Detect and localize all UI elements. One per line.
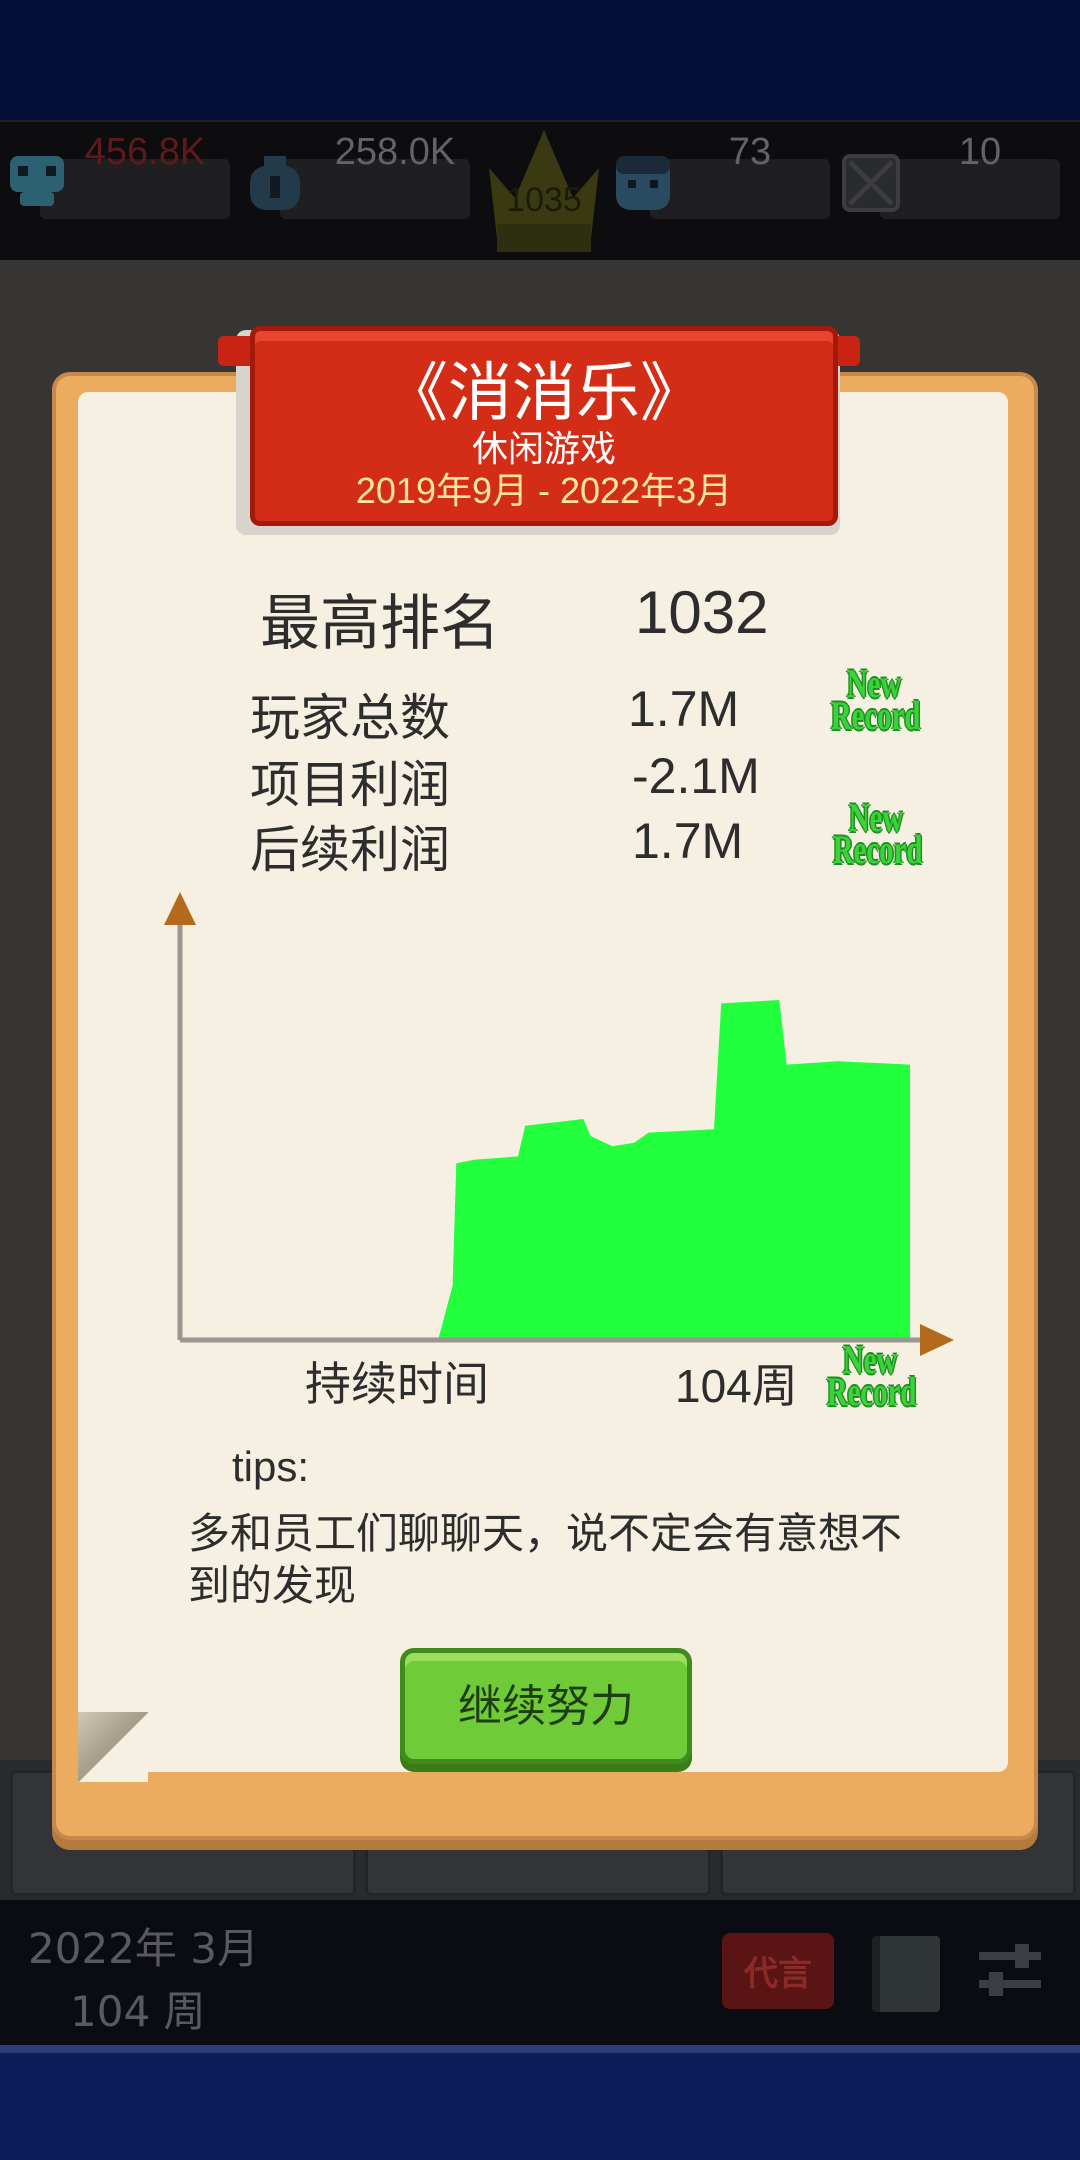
stats-bar: 456.8K 258.0K 1035 73 10 xyxy=(0,120,1080,266)
settings-sliders-icon[interactable] xyxy=(975,1940,1045,2010)
continue-button[interactable] xyxy=(400,1648,692,1764)
sales-chart xyxy=(164,892,954,1356)
project-profit-value: -2.1M xyxy=(632,748,760,804)
total-players-value: 1.7M xyxy=(628,681,740,737)
chart-y-arrow xyxy=(164,892,196,925)
new-record-badge: New Record xyxy=(830,661,921,738)
chart-area-series xyxy=(184,1000,910,1340)
current-week: 104 周 xyxy=(70,1987,206,2036)
bottom-band xyxy=(0,2045,1080,2160)
new-record-badge: New Record xyxy=(832,795,923,872)
tips-text: 多和员工们聊聊天，说不定会有意想不到的发现 xyxy=(188,1509,903,1610)
duration-value: 104周 xyxy=(675,1360,798,1412)
paper-fold-corner xyxy=(78,1712,148,1782)
employees-value: 73 xyxy=(728,131,772,173)
current-date: 2022年 3月 xyxy=(28,1924,259,1973)
game-period: 2019年9月 - 2022年3月 xyxy=(355,470,733,511)
project-profit-label: 项目利润 xyxy=(250,756,450,814)
total-players-label: 玩家总数 xyxy=(250,689,450,747)
follow-up-profit-label: 后续利润 xyxy=(250,821,450,879)
duration-label: 持续时间 xyxy=(305,1357,489,1411)
top-band xyxy=(0,0,1080,120)
tips-title: tips: xyxy=(232,1443,310,1490)
best-rank-label: 最高排名 xyxy=(260,589,500,659)
new-record-badge: New Record xyxy=(826,1337,917,1414)
rank-value-top: 1035 xyxy=(506,181,582,219)
money-value: 456.8K xyxy=(84,131,206,173)
book-icon[interactable] xyxy=(872,1936,940,2012)
extra-value: 10 xyxy=(958,131,1002,173)
fans-value: 258.0K xyxy=(334,131,456,173)
money-bag-icon xyxy=(250,156,300,210)
follow-up-profit-value: 1.7M xyxy=(632,813,744,869)
chart-x-arrow xyxy=(920,1324,954,1356)
best-rank-value: 1032 xyxy=(635,579,769,646)
ad-label: 代言 xyxy=(744,1954,812,1994)
